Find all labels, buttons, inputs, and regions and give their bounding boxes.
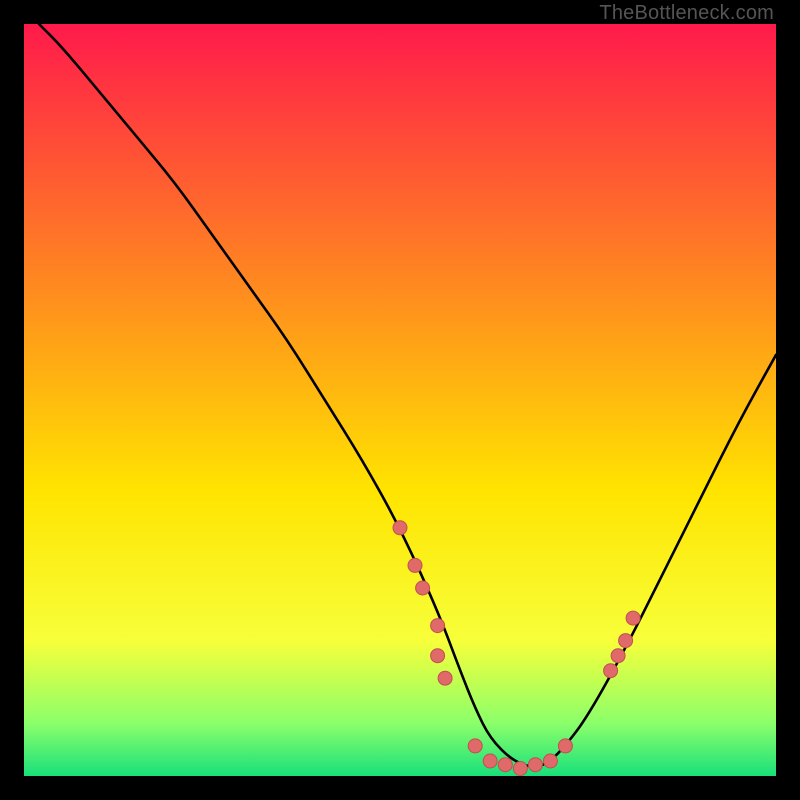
data-marker xyxy=(619,634,633,648)
data-marker xyxy=(611,649,625,663)
data-marker xyxy=(558,739,572,753)
data-marker xyxy=(393,521,407,535)
data-marker xyxy=(483,754,497,768)
data-marker xyxy=(468,739,482,753)
data-marker xyxy=(528,758,542,772)
bottleneck-chart xyxy=(24,24,776,776)
data-marker xyxy=(431,649,445,663)
data-marker xyxy=(498,758,512,772)
data-marker xyxy=(438,671,452,685)
data-marker xyxy=(416,581,430,595)
data-marker xyxy=(431,619,445,633)
data-marker xyxy=(408,558,422,572)
data-marker xyxy=(513,762,527,776)
plot-frame xyxy=(24,24,776,776)
data-marker xyxy=(626,611,640,625)
data-marker xyxy=(604,664,618,678)
watermark-text: TheBottleneck.com xyxy=(599,2,774,25)
data-marker xyxy=(543,754,557,768)
